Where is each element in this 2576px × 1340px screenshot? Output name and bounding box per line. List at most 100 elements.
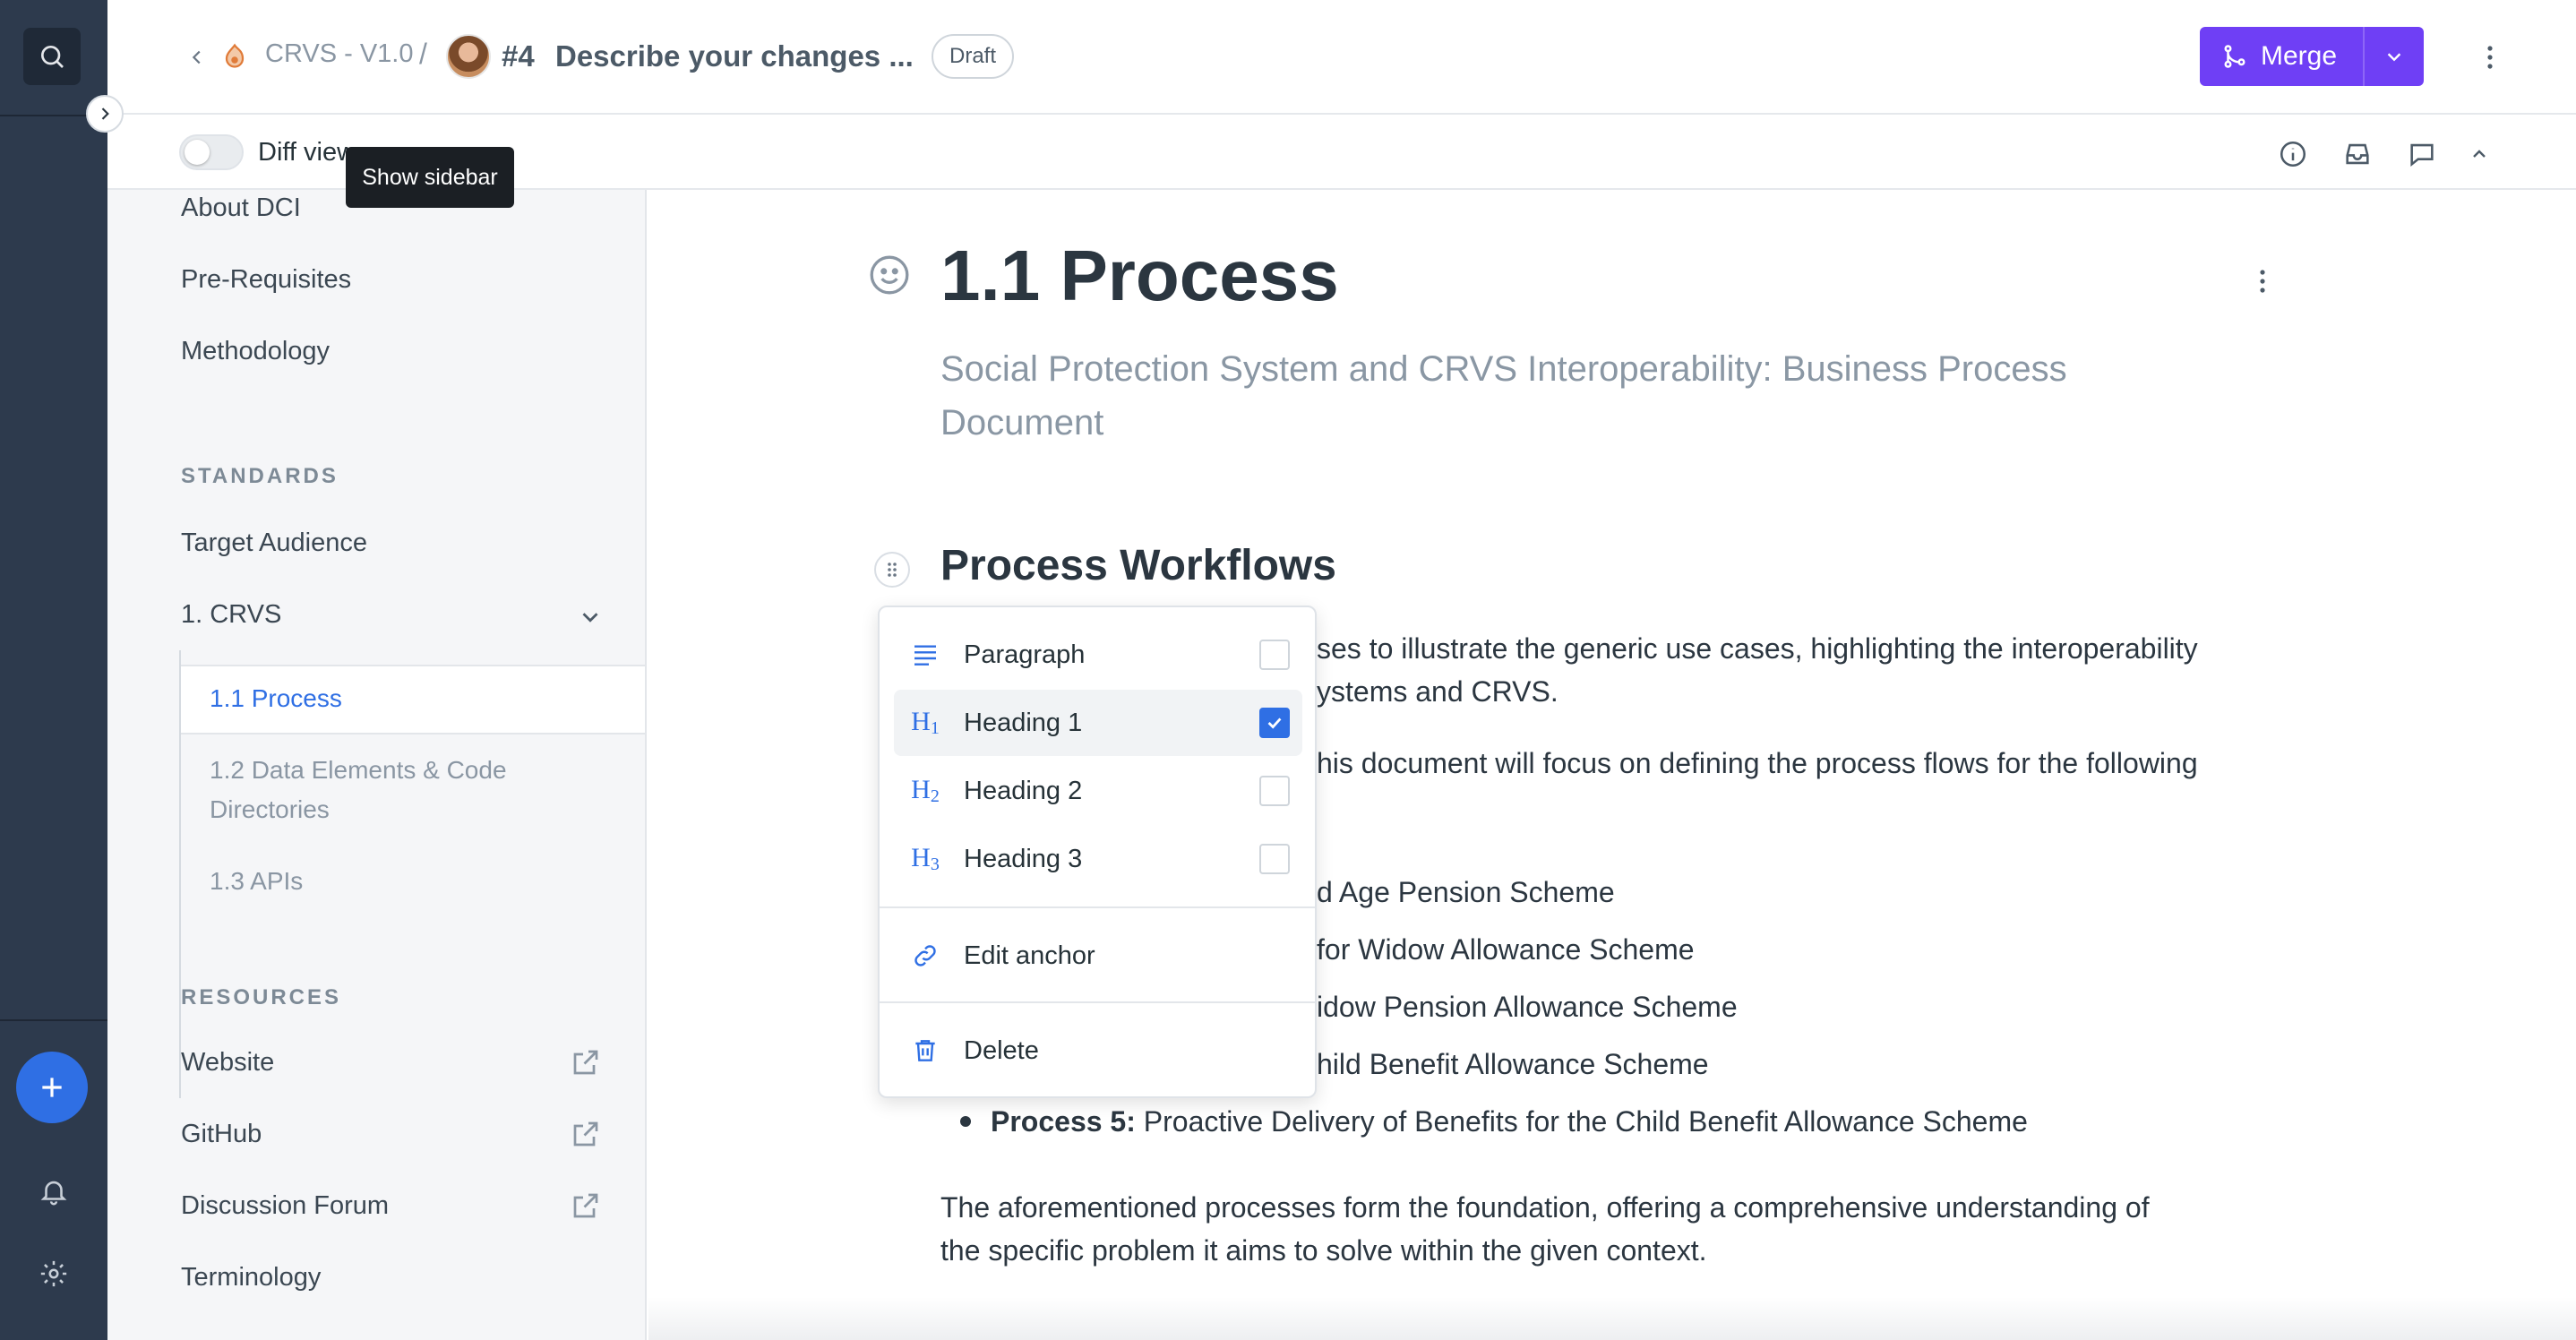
paragraph-line[interactable]: the specific problem it aims to solve wi…	[940, 1229, 1707, 1272]
menu-item-label: Delete	[964, 1035, 1039, 1065]
list-item-text: Proactive Delivery of Benefits for the C…	[1143, 1105, 2028, 1138]
chevron-left-icon	[192, 50, 201, 64]
sidebar-item-crvs[interactable]: 1. CRVS	[181, 600, 281, 630]
heading-2-icon: H2	[911, 775, 940, 807]
diff-view-label: Diff view	[258, 138, 356, 167]
bell-icon	[40, 1181, 67, 1206]
checkbox[interactable]	[1259, 640, 1290, 670]
inbox-button[interactable]	[2338, 134, 2377, 174]
back-button[interactable]	[179, 39, 215, 75]
merge-icon	[2224, 45, 2245, 68]
list-item[interactable]: idow Pension Allowance Scheme	[1317, 985, 1738, 1028]
diff-view-toggle[interactable]	[179, 134, 244, 170]
scroll-fade	[648, 1297, 2576, 1340]
left-rail	[0, 0, 107, 1340]
sidebar-item-1-2-data-elements-cont[interactable]: Directories	[210, 790, 330, 829]
sidebar-item-about-dci[interactable]: About DCI	[181, 193, 301, 223]
more-options-button[interactable]	[2469, 36, 2512, 79]
emoji-icon[interactable]	[867, 253, 912, 297]
page-title[interactable]: 1.1 Process	[940, 235, 1339, 317]
menu-item-heading-3[interactable]: H3 Heading 3	[894, 826, 1302, 892]
list-item[interactable]: hild Benefit Allowance Scheme	[1317, 1043, 1709, 1086]
merge-button-group: Merge	[2200, 27, 2424, 86]
sidebar-item-1-1-process[interactable]: 1.1 Process	[210, 679, 342, 718]
heading-glyph: H	[911, 707, 931, 736]
chevron-up-icon	[2473, 150, 2486, 158]
chevron-down-icon[interactable]	[577, 604, 604, 631]
avatar[interactable]	[446, 34, 491, 79]
tooltip: Show sidebar	[346, 147, 514, 208]
list-item[interactable]: for Widow Allowance Scheme	[1317, 928, 1695, 971]
sidebar-item-1-3-apis[interactable]: 1.3 APIs	[210, 862, 303, 901]
section-heading-standards: STANDARDS	[181, 464, 339, 488]
menu-item-label: Edit anchor	[964, 941, 1095, 970]
link-icon	[914, 945, 936, 966]
gear-icon	[40, 1260, 67, 1287]
external-link-icon	[573, 1121, 598, 1147]
checkbox[interactable]	[1259, 776, 1290, 806]
paragraph-line[interactable]: ses to illustrate the generic use cases,…	[1317, 627, 2198, 670]
sidebar-item-methodology[interactable]: Methodology	[181, 337, 330, 366]
show-sidebar-button[interactable]	[86, 95, 124, 133]
menu-item-edit-anchor[interactable]: Edit anchor	[894, 923, 1302, 989]
comments-button[interactable]	[2402, 134, 2442, 174]
notifications-button[interactable]	[32, 1170, 75, 1213]
list-item[interactable]: Process 5: Proactive Delivery of Benefit…	[991, 1100, 2028, 1143]
menu-item-label: Heading 3	[964, 844, 1083, 873]
merge-button[interactable]: Merge	[2200, 27, 2363, 86]
section-heading[interactable]: Process Workflows	[940, 541, 1336, 590]
menu-item-heading-1[interactable]: H1 Heading 1	[894, 690, 1302, 756]
page-options-button[interactable]	[2245, 263, 2280, 299]
docs-sidebar: About DCI Pre-Requisites Methodology STA…	[107, 190, 647, 1340]
menu-item-heading-2[interactable]: H2 Heading 2	[894, 758, 1302, 824]
breadcrumb-project[interactable]: CRVS - V1.0	[265, 39, 413, 69]
menu-item-label: Paragraph	[964, 640, 1086, 669]
paragraph-line[interactable]: The aforementioned processes form the fo…	[940, 1186, 2150, 1229]
more-vertical-icon	[2260, 270, 2265, 293]
plus-icon	[42, 1078, 62, 1097]
sidebar-item-terminology[interactable]: Terminology	[181, 1263, 321, 1293]
page-description-line: Social Protection System and CRVS Intero…	[940, 349, 2067, 389]
sidebar-item-discussion-forum[interactable]: Discussion Forum	[181, 1191, 389, 1221]
info-button[interactable]	[2273, 134, 2313, 174]
paragraph-icon	[914, 645, 936, 666]
menu-item-label: Heading 1	[964, 708, 1083, 737]
page-description-line: Document	[940, 403, 1104, 442]
change-request-number: #4	[502, 39, 535, 73]
heading-level: 1	[930, 718, 940, 738]
project-logo-icon	[225, 43, 245, 68]
checkbox[interactable]	[1259, 844, 1290, 874]
comment-icon	[2410, 143, 2434, 167]
settings-button[interactable]	[32, 1252, 75, 1295]
collapse-button[interactable]	[2460, 134, 2499, 174]
add-button[interactable]	[16, 1052, 88, 1123]
merge-options-button[interactable]	[2365, 27, 2424, 86]
paragraph-line[interactable]: ystems and CRVS.	[1317, 670, 1558, 713]
block-drag-handle[interactable]	[874, 552, 910, 588]
paragraph-line[interactable]: his document will focus on defining the …	[1317, 742, 2198, 785]
sidebar-item-github[interactable]: GitHub	[181, 1120, 262, 1149]
page-description[interactable]: Social Protection System and CRVS Intero…	[940, 342, 2284, 450]
list-item[interactable]: d Age Pension Scheme	[1317, 871, 1615, 914]
menu-divider	[880, 906, 1315, 908]
crvs-subpages: 1.1 Process 1.2 Data Elements & Code Dir…	[179, 650, 645, 1098]
rail-divider	[0, 1019, 107, 1021]
breadcrumb-separator: /	[419, 38, 427, 70]
menu-divider	[880, 1001, 1315, 1003]
bullet	[960, 1116, 971, 1127]
sidebar-item-pre-requisites[interactable]: Pre-Requisites	[181, 265, 351, 295]
menu-item-delete[interactable]: Delete	[894, 1018, 1302, 1084]
checkbox-checked[interactable]	[1259, 708, 1290, 738]
search-button[interactable]	[23, 28, 81, 85]
change-request-title[interactable]: Describe your changes ...	[555, 39, 914, 73]
more-vertical-icon	[2487, 46, 2493, 69]
toggle-knob	[185, 140, 210, 165]
heading-3-icon: H3	[911, 843, 940, 875]
checkmark-icon	[1267, 717, 1282, 729]
list-item-label: Process 5:	[991, 1105, 1136, 1138]
sidebar-item-website[interactable]: Website	[181, 1048, 274, 1078]
sidebar-item-target-audience[interactable]: Target Audience	[181, 528, 367, 558]
sidebar-item-1-2-data-elements[interactable]: 1.2 Data Elements & Code	[210, 751, 507, 790]
chevron-down-icon	[2387, 53, 2401, 62]
menu-item-paragraph[interactable]: Paragraph	[894, 622, 1302, 688]
